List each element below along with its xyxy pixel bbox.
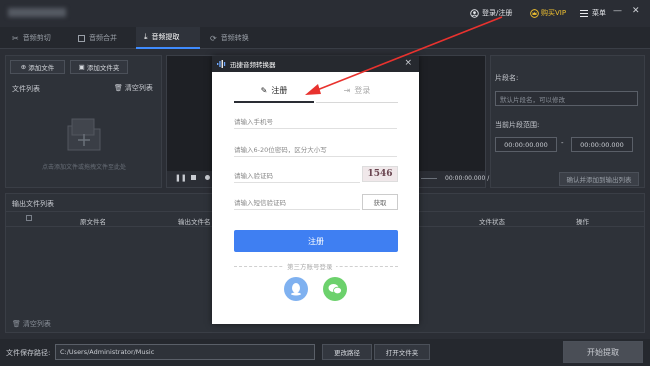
annotation-arrow — [305, 16, 503, 95]
